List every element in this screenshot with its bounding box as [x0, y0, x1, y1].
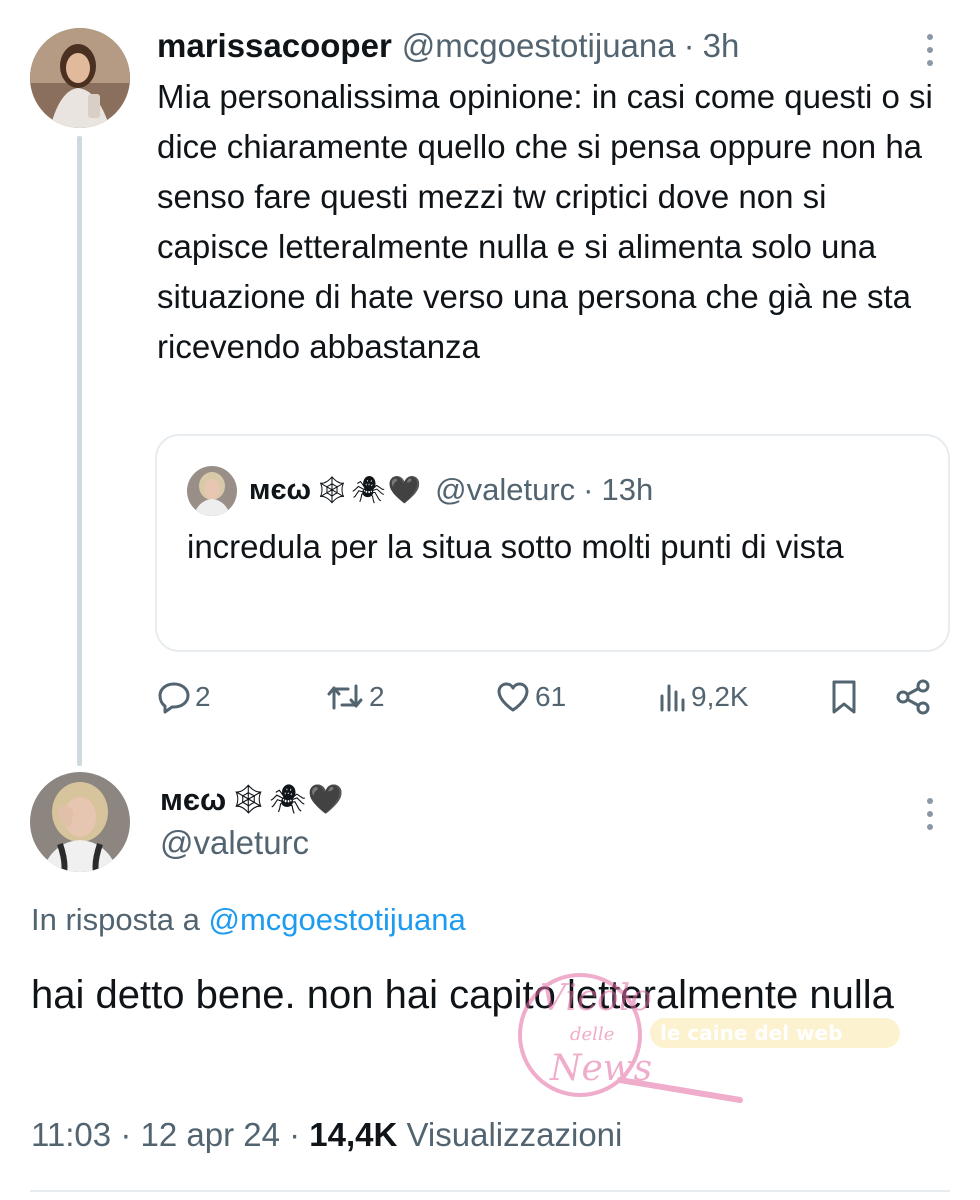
views-count: 9,2K	[691, 681, 749, 712]
user-handle[interactable]: @mcgoestotijuana	[402, 27, 676, 65]
views-label: Visualizzazioni	[406, 1116, 623, 1153]
retweet-count: 2	[369, 681, 385, 712]
display-name[interactable]: мєω 🕸🕷🖤	[160, 780, 346, 820]
quoted-handle: @valeturc	[435, 472, 576, 507]
heart-icon	[495, 680, 531, 714]
reply-button[interactable]: 2	[157, 672, 211, 722]
quoted-tweet[interactable]: мєω 🕸🕷🖤 @valeturc · 13h incredula per la…	[155, 434, 950, 652]
tweet-main[interactable]: marissacooper @mcgoestotijuana · 3h Mia …	[0, 0, 980, 770]
retweet-icon	[325, 680, 365, 714]
views-button[interactable]: 9,2K	[657, 672, 749, 722]
quoted-avatar	[187, 466, 237, 516]
reply-prefix: In risposta a	[31, 902, 209, 937]
tweet-text: Mia personalissima opinione: in casi com…	[157, 78, 933, 365]
reply-to-link[interactable]: @mcgoestotijuana	[208, 902, 465, 937]
quoted-text: incredula per la situa sotto molti punti…	[187, 528, 844, 565]
tweet-meta: 11:03 · 12 apr 24 · 14,4K Visualizzazion…	[31, 1116, 622, 1154]
user-handle[interactable]: @valeturc	[160, 824, 309, 862]
watermark-line3: News	[549, 1048, 652, 1089]
separator-dot: ·	[289, 1116, 301, 1153]
divider	[30, 1190, 950, 1192]
bookmark-button[interactable]	[829, 672, 859, 722]
display-name[interactable]: marissacooper	[157, 27, 392, 65]
tweet-time[interactable]: 3h	[703, 27, 740, 65]
tweet-text: hai detto bene. non hai capito letteralm…	[31, 973, 894, 1017]
thread-line	[77, 136, 82, 766]
watermark-banner: le caine del web	[660, 1021, 842, 1045]
quoted-display-name: мєω	[249, 473, 311, 506]
tweet-header: marissacooper @mcgoestotijuana · 3h	[157, 24, 739, 68]
quoted-time: 13h	[601, 472, 654, 507]
reply-context: In risposta a @mcgoestotijuana	[31, 902, 466, 938]
separator-dot: ·	[583, 472, 594, 507]
like-button[interactable]: 61	[495, 672, 566, 722]
share-button[interactable]	[893, 672, 933, 722]
tweet-time[interactable]: 11:03	[31, 1116, 111, 1153]
separator-dot: ·	[120, 1116, 132, 1153]
bookmark-icon	[829, 678, 859, 716]
retweet-button[interactable]: 2	[325, 672, 385, 722]
quoted-header: мєω 🕸🕷🖤 @valeturc · 13h	[249, 470, 653, 510]
share-icon	[893, 677, 933, 717]
reply-icon	[157, 680, 191, 714]
name-emojis: 🕸🕷🖤	[230, 784, 346, 816]
avatar[interactable]	[30, 28, 130, 128]
avatar[interactable]	[30, 772, 130, 872]
analytics-icon	[657, 680, 687, 714]
reply-count: 2	[195, 681, 211, 712]
quoted-name-emojis: 🕸🕷🖤	[314, 475, 424, 505]
more-options-icon[interactable]	[918, 794, 942, 834]
tweet-reply[interactable]: мєω 🕸🕷🖤 @valeturc In risposta a @mcgoest…	[0, 770, 980, 1200]
separator-dot: ·	[683, 27, 695, 64]
action-bar: 2 2 61 9,2K	[155, 672, 945, 722]
watermark-line2: delle	[570, 1024, 614, 1045]
more-options-icon[interactable]	[918, 30, 942, 70]
like-count: 61	[535, 681, 567, 712]
display-name-text: мєω	[160, 782, 227, 817]
views-count[interactable]: 14,4K	[309, 1116, 397, 1153]
tweet-date[interactable]: 12 apr 24	[140, 1116, 279, 1153]
